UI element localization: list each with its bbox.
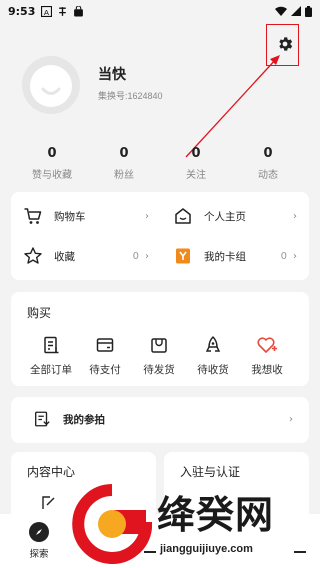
a-icon: A [41, 5, 53, 17]
settings-button[interactable] [271, 30, 299, 58]
shopping-bag-icon [74, 5, 84, 16]
quick-links-card: 购物车 › 个人主页 › 收藏 0 › 我的卡组 0 › [11, 192, 309, 280]
status-bar: 9:53 A [0, 0, 320, 22]
username: 当快 [98, 66, 126, 82]
nav-explore-label: 探索 [29, 549, 49, 560]
certification-title: 入驻与认证 [180, 465, 241, 479]
wifi-icon [275, 6, 287, 16]
auction-card: 我的参拍 › [11, 397, 309, 443]
pending-payment-button[interactable]: 待支付 [78, 334, 132, 377]
pending-receipt-label: 待收货 [197, 364, 229, 376]
homepage-link[interactable]: 个人主页 › [161, 198, 309, 234]
favorites-label: 收藏 [54, 250, 75, 263]
heart-plus-icon [256, 334, 278, 356]
purchase-title: 购买 [27, 306, 52, 320]
gear-icon [279, 37, 293, 51]
home-icon [173, 206, 193, 226]
stat-following[interactable]: 0 关注 [161, 146, 231, 181]
orders-icon [40, 334, 62, 356]
watermark-dash-right [294, 551, 306, 553]
content-center-title: 内容中心 [27, 465, 76, 479]
watermark-url: jiangguijiuye.com [160, 543, 253, 555]
stat-label: 动态 [258, 170, 278, 181]
chevron-right-icon: › [289, 413, 293, 425]
cart-icon [23, 206, 43, 226]
auction-icon [33, 409, 53, 429]
compass-icon [29, 522, 49, 542]
my-auction-link[interactable]: 我的参拍 › [11, 397, 309, 441]
stat-value: 0 [47, 146, 57, 161]
stat-value: 0 [119, 146, 129, 161]
chinese-char-icon [59, 6, 67, 16]
svg-text:A: A [44, 7, 50, 16]
stat-fans[interactable]: 0 粉丝 [89, 146, 159, 181]
wishlist-label: 我想收 [251, 364, 283, 376]
card-deck-label: 我的卡组 [204, 250, 246, 263]
chevron-right-icon: › [145, 250, 149, 262]
stat-posts[interactable]: 0 动态 [233, 146, 303, 181]
watermark-logo [72, 484, 152, 564]
pending-payment-label: 待支付 [89, 364, 121, 376]
wishlist-button[interactable]: 我想收 [240, 334, 294, 377]
cart-label: 购物车 [54, 210, 86, 223]
stat-label: 关注 [186, 170, 206, 181]
stat-label: 赞与收藏 [32, 170, 72, 181]
edit-icon [42, 496, 55, 509]
pending-shipment-label: 待发货 [143, 364, 175, 376]
cart-link[interactable]: 购物车 › [11, 198, 161, 234]
avatar-face-icon [30, 65, 72, 107]
battery-icon [305, 5, 312, 17]
card-deck-icon [173, 246, 193, 266]
card-deck-link[interactable]: 我的卡组 0 › [161, 238, 309, 274]
watermark-dash-left [144, 551, 156, 553]
all-orders-button[interactable]: 全部订单 [24, 334, 78, 377]
signal-icon [291, 6, 301, 16]
user-id: 集换号:1624840 [98, 91, 163, 101]
my-auction-label: 我的参拍 [63, 413, 105, 426]
star-icon [23, 246, 43, 266]
card-deck-count: 0 [280, 250, 287, 262]
stat-value: 0 [191, 146, 201, 161]
all-orders-label: 全部订单 [30, 364, 72, 376]
purchase-card: 购买 全部订单 待支付 待发货 待收货 我想收 [11, 292, 309, 386]
stat-value: 0 [263, 146, 273, 161]
pending-receipt-button[interactable]: 待收货 [186, 334, 240, 377]
chevron-right-icon: › [145, 210, 149, 222]
status-time: 9:53 [8, 4, 36, 18]
package-icon [148, 334, 170, 356]
homepage-label: 个人主页 [204, 210, 246, 223]
stats-row: 0 赞与收藏 0 粉丝 0 关注 0 动态 [0, 146, 320, 184]
favorites-link[interactable]: 收藏 0 › [11, 238, 161, 274]
watermark-title: 绛癸网 [157, 492, 275, 537]
favorites-count: 0 [132, 250, 139, 262]
nav-explore[interactable]: 探索 [22, 522, 56, 560]
stat-label: 粉丝 [114, 170, 134, 181]
chevron-right-icon: › [293, 250, 297, 262]
rocket-icon [202, 334, 224, 356]
avatar[interactable] [22, 56, 80, 114]
chevron-right-icon: › [293, 210, 297, 222]
pending-shipment-button[interactable]: 待发货 [132, 334, 186, 377]
stat-likes[interactable]: 0 赞与收藏 [17, 146, 87, 181]
wallet-icon [94, 334, 116, 356]
